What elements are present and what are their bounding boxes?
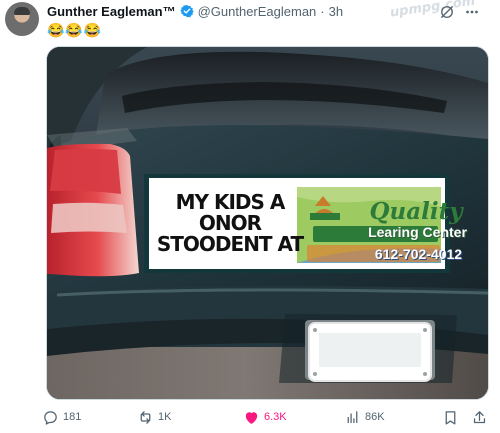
bumper-sticker-text: MY KIDS A ONOR STOODENT AT <box>156 190 304 256</box>
avatar[interactable] <box>5 2 39 36</box>
user-handle[interactable]: @GuntherEagleman <box>198 4 317 19</box>
timestamp[interactable]: 3h <box>329 4 343 19</box>
logo-phone: 612-702-4012 <box>374 246 463 262</box>
like-count: 6.3K <box>264 411 287 423</box>
more-icon[interactable] <box>463 3 481 21</box>
reply-count: 181 <box>63 411 82 423</box>
tweet-header: Gunther Eagleman™ @GuntherEagleman · 3h <box>47 3 343 19</box>
logo-title: Quality <box>369 198 463 225</box>
display-name[interactable]: Gunther Eagleman™ <box>47 4 176 19</box>
separator-dot: · <box>320 3 325 19</box>
repost-icon <box>140 410 151 424</box>
repost-button[interactable]: 1K <box>137 407 171 427</box>
like-button[interactable]: 6.3K <box>243 407 287 427</box>
share-icon <box>473 410 486 423</box>
bookmark-icon <box>445 410 456 425</box>
watermark: upmpg.com <box>389 0 477 21</box>
views-count: 86K <box>365 411 385 423</box>
views-icon <box>347 410 358 423</box>
views-button[interactable]: 86K <box>344 407 385 427</box>
reply-button[interactable]: 181 <box>42 407 81 427</box>
bookmark-button[interactable] <box>442 407 459 427</box>
tweet-actions: 181 1K 6.3K 86K <box>42 407 494 427</box>
logo-subtitle: Learing Center <box>368 224 467 240</box>
tweet-image[interactable]: MY KIDS A ONOR STOODENT AT Quality Leari… <box>46 46 489 400</box>
grok-icon[interactable] <box>438 3 456 21</box>
reply-icon <box>44 410 57 425</box>
heart-icon <box>245 411 258 424</box>
verified-badge-icon <box>179 4 194 18</box>
tweet-text: 😂😂😂 <box>47 22 103 38</box>
repost-count: 1K <box>158 411 172 423</box>
share-button[interactable] <box>471 407 488 427</box>
